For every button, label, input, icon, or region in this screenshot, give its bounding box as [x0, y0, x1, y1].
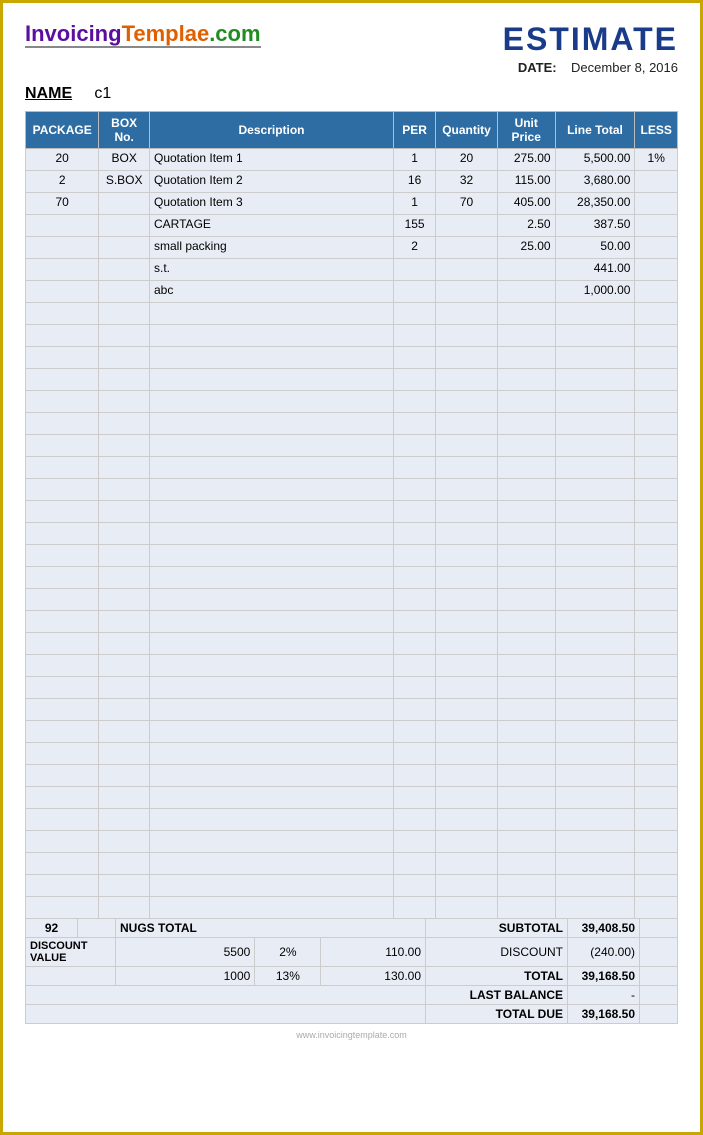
subtotal-label: SUBTOTAL: [426, 919, 568, 938]
table-row: CARTAGE1552.50387.50: [26, 215, 678, 237]
table-row: [26, 501, 678, 523]
last-balance-empty: [26, 986, 426, 1005]
table-row: [26, 787, 678, 809]
discount-row-2: 1000 13% 130.00 TOTAL 39,168.50: [26, 967, 678, 986]
discount-total: (240.00): [568, 938, 640, 967]
table-row: [26, 347, 678, 369]
col-header-box: BOX No.: [99, 112, 150, 149]
main-table: PACKAGE BOX No. Description PER Quantity…: [25, 111, 678, 919]
last-balance-row: LAST BALANCE -: [26, 986, 678, 1005]
table-row: [26, 897, 678, 919]
header: InvoicingTemplae.com ESTIMATE DATE: Dece…: [25, 21, 678, 75]
watermark: www.invoicingtemplate.com: [25, 1030, 678, 1040]
discount-row2-pct: 13%: [255, 967, 321, 986]
table-row: s.t.441.00: [26, 259, 678, 281]
name-value: c1: [94, 85, 111, 102]
col-header-unit-price: Unit Price: [497, 112, 555, 149]
discount-value-label: DISCOUNT VALUE: [26, 938, 116, 967]
discount-row2-amt: 130.00: [321, 967, 426, 986]
header-right: ESTIMATE DATE: December 8, 2016: [503, 21, 678, 75]
last-balance-less-empty: [640, 986, 678, 1005]
page: InvoicingTemplae.com ESTIMATE DATE: Dece…: [0, 0, 703, 1135]
discount-row2-val: 1000: [116, 967, 255, 986]
table-row: [26, 853, 678, 875]
name-row: NAME c1: [25, 85, 678, 103]
total-due-empty: [26, 1005, 426, 1024]
table-row: [26, 721, 678, 743]
discount-label: DISCOUNT: [426, 938, 568, 967]
table-row: small packing225.0050.00: [26, 237, 678, 259]
table-row: [26, 677, 678, 699]
total-due-label: TOTAL DUE: [426, 1005, 568, 1024]
col-header-package: PACKAGE: [26, 112, 99, 149]
logo-com: .com: [209, 21, 260, 46]
table-row: [26, 303, 678, 325]
last-balance-value: -: [568, 986, 640, 1005]
discount-row2-empty: [26, 967, 116, 986]
estimate-title: ESTIMATE: [503, 21, 678, 58]
table-row: [26, 655, 678, 677]
discount-row1-val: 5500: [116, 938, 255, 967]
date-line: DATE: December 8, 2016: [503, 60, 678, 75]
col-header-per: PER: [394, 112, 436, 149]
col-header-quantity: Quantity: [436, 112, 498, 149]
total-value: 39,168.50: [568, 967, 640, 986]
table-row: [26, 479, 678, 501]
name-label: NAME: [25, 85, 72, 102]
table-row: [26, 369, 678, 391]
table-row: abc1,000.00: [26, 281, 678, 303]
col-header-less: LESS: [635, 112, 678, 149]
table-row: [26, 875, 678, 897]
last-balance-label: LAST BALANCE: [426, 986, 568, 1005]
discount-row1-pct: 2%: [255, 938, 321, 967]
footer-table: 92 NUGS TOTAL SUBTOTAL 39,408.50 DISCOUN…: [25, 918, 678, 1024]
col-header-description: Description: [150, 112, 394, 149]
date-value: December 8, 2016: [571, 60, 678, 75]
nugs-total-qty: 92: [26, 919, 78, 938]
table-row: 20BOXQuotation Item 1120275.005,500.001%: [26, 149, 678, 171]
discount-row1-amt: 110.00: [321, 938, 426, 967]
nugs-total-label: NUGS TOTAL: [116, 919, 426, 938]
logo: InvoicingTemplae.com: [25, 21, 261, 48]
table-row: [26, 457, 678, 479]
table-row: [26, 633, 678, 655]
table-row: [26, 391, 678, 413]
table-row: [26, 831, 678, 853]
discount-less-empty: [640, 938, 678, 967]
logo-template: Templae: [122, 21, 210, 46]
table-row: [26, 567, 678, 589]
total-due-value: 39,168.50: [568, 1005, 640, 1024]
table-row: [26, 589, 678, 611]
total-due-row: TOTAL DUE 39,168.50: [26, 1005, 678, 1024]
table-row: 70Quotation Item 3170405.0028,350.00: [26, 193, 678, 215]
nugs-total-row: 92 NUGS TOTAL SUBTOTAL 39,408.50: [26, 919, 678, 938]
table-row: [26, 743, 678, 765]
table-row: 2S.BOXQuotation Item 21632115.003,680.00: [26, 171, 678, 193]
table-row: [26, 435, 678, 457]
table-row: [26, 611, 678, 633]
total-due-less-empty: [640, 1005, 678, 1024]
date-label: DATE:: [518, 60, 557, 75]
table-row: [26, 545, 678, 567]
nugs-less-empty: [640, 919, 678, 938]
table-row: [26, 325, 678, 347]
logo-invoicing: Invoicing: [25, 21, 122, 46]
discount-row2-less-empty: [640, 967, 678, 986]
total-label: TOTAL: [426, 967, 568, 986]
subtotal-value: 39,408.50: [568, 919, 640, 938]
table-row: [26, 413, 678, 435]
nugs-total-box-empty: [78, 919, 116, 938]
col-header-line-total: Line Total: [555, 112, 635, 149]
table-row: [26, 809, 678, 831]
table-row: [26, 765, 678, 787]
table-row: [26, 699, 678, 721]
discount-row-1: DISCOUNT VALUE 5500 2% 110.00 DISCOUNT (…: [26, 938, 678, 967]
table-row: [26, 523, 678, 545]
